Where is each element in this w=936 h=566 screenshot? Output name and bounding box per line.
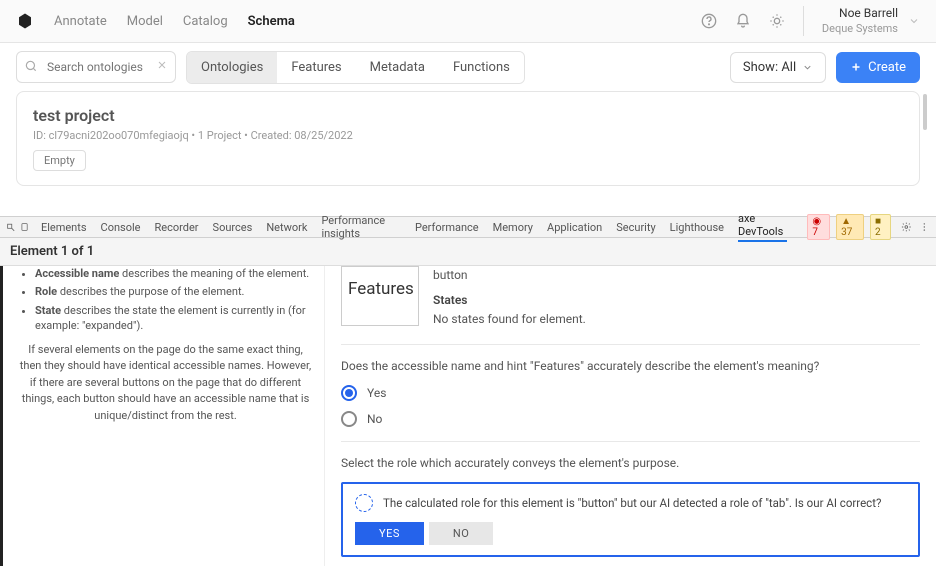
info-badge[interactable]: ■ 2 xyxy=(870,214,891,240)
inspect-icon[interactable] xyxy=(6,221,16,234)
tab-metadata[interactable]: Metadata xyxy=(356,52,439,83)
nav-model[interactable]: Model xyxy=(127,14,163,29)
radio-icon xyxy=(341,385,357,401)
show-dropdown[interactable]: Show: All xyxy=(730,52,826,83)
nav-catalog[interactable]: Catalog xyxy=(183,14,228,29)
dt-tab-network[interactable]: Network xyxy=(266,221,307,234)
dt-tab-sources[interactable]: Sources xyxy=(213,221,253,234)
warn-badge[interactable]: ▲ 37 xyxy=(836,214,864,240)
create-button[interactable]: Create xyxy=(836,52,920,83)
show-label: Show: All xyxy=(743,60,796,75)
device-icon[interactable] xyxy=(20,221,29,233)
search-wrap xyxy=(16,51,176,83)
dt-tab-security[interactable]: Security xyxy=(616,221,655,234)
element-preview: Features xyxy=(341,266,419,326)
devtools-header: Element 1 of 1 xyxy=(0,238,936,266)
devtools-tabbar: Elements Console Recorder Sources Networ… xyxy=(0,216,936,238)
project-card[interactable]: test project ID: cl79acni202oo070mfegiao… xyxy=(16,91,920,186)
bell-icon[interactable] xyxy=(735,13,751,29)
help-panel: Accessible name describes the meaning of… xyxy=(0,266,325,566)
error-badge[interactable]: ◉ 7 xyxy=(807,214,830,240)
search-icon xyxy=(24,59,38,77)
topbar: Annotate Model Catalog Schema Noe Barrel… xyxy=(0,0,936,43)
dt-tab-console[interactable]: Console xyxy=(101,221,141,234)
theme-icon[interactable] xyxy=(769,13,785,29)
dt-tab-memory[interactable]: Memory xyxy=(493,221,533,234)
user-org: Deque Systems xyxy=(822,22,898,36)
ai-message: The calculated role for this element is … xyxy=(383,496,881,510)
states-value: No states found for element. xyxy=(433,310,586,329)
scrollbar[interactable] xyxy=(923,94,927,130)
divider xyxy=(341,441,920,442)
tab-features[interactable]: Features xyxy=(277,52,355,83)
radio-yes[interactable]: Yes xyxy=(341,385,920,401)
help-bullet: Role describes the purpose of the elemen… xyxy=(35,284,314,299)
help-paragraph: If several elements on the page do the s… xyxy=(17,342,314,425)
tab-functions[interactable]: Functions xyxy=(439,52,524,83)
toolbar: Ontologies Features Metadata Functions S… xyxy=(0,43,936,91)
question-2: Select the role which accurately conveys… xyxy=(341,456,920,470)
project-badge: Empty xyxy=(33,150,86,171)
dt-tab-recorder[interactable]: Recorder xyxy=(155,221,199,234)
gear-icon[interactable] xyxy=(901,220,912,234)
dt-tab-axe[interactable]: axe DevTools xyxy=(738,212,787,242)
element-info: button States No states found for elemen… xyxy=(433,266,586,330)
chevron-down-icon xyxy=(908,15,920,27)
dt-tab-elements[interactable]: Elements xyxy=(41,221,87,234)
dt-tab-performance[interactable]: Performance xyxy=(415,221,479,234)
topbar-right: Noe Barrell Deque Systems xyxy=(701,6,920,36)
nav-links: Annotate Model Catalog Schema xyxy=(54,14,701,29)
ai-icon xyxy=(355,494,373,512)
help-bullet: Accessible name describes the meaning of… xyxy=(35,266,314,281)
inspection-panel: Features button States No states found f… xyxy=(325,266,936,566)
search-input[interactable] xyxy=(16,51,176,83)
dt-tab-application[interactable]: Application xyxy=(547,221,602,234)
create-label: Create xyxy=(868,60,906,75)
chevron-down-icon xyxy=(802,62,813,73)
devtools-body: Accessible name describes the meaning of… xyxy=(0,266,936,566)
user-menu[interactable]: Noe Barrell Deque Systems xyxy=(803,6,920,36)
radio-icon xyxy=(341,411,357,427)
segmented-tabs: Ontologies Features Metadata Functions xyxy=(186,51,525,84)
question-1: Does the accessible name and hint "Featu… xyxy=(341,359,920,373)
app-logo-icon xyxy=(16,12,34,30)
role-value: button xyxy=(433,266,586,285)
nav-schema[interactable]: Schema xyxy=(248,14,295,29)
help-icon[interactable] xyxy=(701,13,717,29)
ai-no-button[interactable]: NO xyxy=(429,522,493,545)
clear-icon[interactable] xyxy=(156,59,168,75)
states-label: States xyxy=(433,291,586,310)
ai-yes-button[interactable]: YES xyxy=(355,522,424,545)
ai-suggestion-box: The calculated role for this element is … xyxy=(341,482,920,557)
tab-ontologies[interactable]: Ontologies xyxy=(187,52,277,83)
plus-icon xyxy=(850,61,862,73)
divider xyxy=(341,344,920,345)
help-bullet: State describes the state the element is… xyxy=(35,303,314,334)
project-title: test project xyxy=(33,106,903,125)
dt-tab-lighthouse[interactable]: Lighthouse xyxy=(670,221,724,234)
radio-no[interactable]: No xyxy=(341,411,920,427)
user-name: Noe Barrell xyxy=(822,6,898,22)
project-meta: ID: cl79acni202oo070mfegiaojq • 1 Projec… xyxy=(33,129,903,142)
kebab-icon[interactable] xyxy=(919,220,930,234)
dt-tab-perfinsights[interactable]: Performance insights xyxy=(321,214,401,240)
nav-annotate[interactable]: Annotate xyxy=(54,14,107,29)
